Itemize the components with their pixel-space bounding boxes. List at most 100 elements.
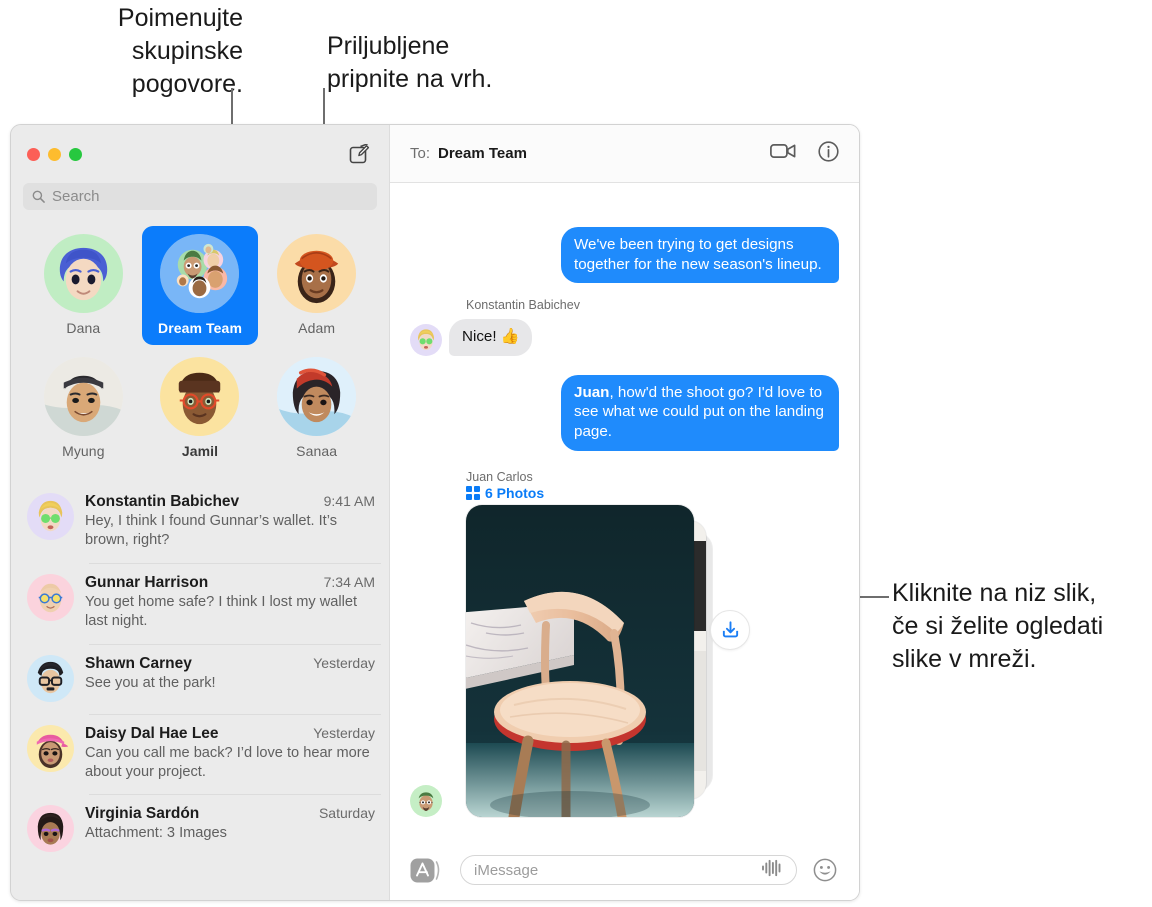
message-mention: Juan: [574, 383, 610, 401]
pinned-item-dream-team[interactable]: Dream Team: [141, 226, 259, 345]
window-titlebar: [11, 125, 389, 183]
close-button[interactable]: [27, 147, 40, 161]
conversation-content: Virginia Sardón Saturday Attachment: 3 I…: [85, 805, 375, 852]
pinned-conversations: Dana Dream Team Adam Myung Jamil Sanaa: [11, 220, 389, 482]
conversation-snippet: Can you call me back? I’d love to hear m…: [85, 744, 370, 781]
conversation-snippet: You get home safe? I think I lost my wal…: [85, 593, 358, 630]
pinned-item-adam[interactable]: Adam: [258, 226, 375, 345]
search-container: Search: [11, 183, 389, 220]
callout-name-groups: Poimenujte skupinske pogovore.: [117, 4, 243, 98]
to-label: To:: [410, 145, 431, 162]
message-composer: iMessage: [390, 840, 859, 900]
thread-recipient[interactable]: Dream Team: [438, 145, 527, 162]
traffic-lights: [27, 147, 82, 161]
avatar: [27, 493, 74, 540]
photo-count-link[interactable]: 6 Photos: [466, 485, 839, 501]
conversation-pane: To: Dream Team We've been trying to get …: [390, 125, 859, 900]
conversation-snippet: Attachment: 3 Images: [85, 825, 227, 842]
message-row-outgoing: We've been trying to get designs togethe…: [410, 227, 844, 284]
pinned-item-jamil[interactable]: Jamil: [142, 349, 259, 468]
pinned-item-label: Dream Team: [157, 320, 242, 336]
video-camera-icon[interactable]: [770, 142, 796, 165]
conversation-name: Konstantin Babichev: [85, 493, 240, 510]
avatar: [27, 573, 74, 621]
conversation-header: Virginia Sardón Saturday: [85, 805, 375, 823]
download-icon[interactable]: [710, 609, 750, 650]
message-bubble-outgoing[interactable]: Juan, how'd the shoot go? I'd love to se…: [561, 374, 844, 451]
grid-icon: [466, 485, 480, 500]
conversation-content: Konstantin Babichev 9:41 AM Hey, I think…: [85, 493, 375, 551]
conversation-content: Shawn Carney Yesterday See you at the pa…: [85, 655, 375, 702]
conversation-row-daisy-dal-hae-lee[interactable]: Daisy Dal Hae Lee Yesterday Can you call…: [11, 713, 389, 795]
message-sender-name: Konstantin Babichev: [466, 298, 580, 313]
message-row-incoming: Nice! 👍: [410, 319, 839, 356]
imessage-input[interactable]: iMessage: [460, 855, 797, 885]
messages-window: Search Dana Dream Team Adam Myung Jamil …: [10, 124, 860, 901]
callout-click-photos: Kliknite na niz slik, če si želite ogled…: [892, 579, 1104, 673]
attachment-sender-name: Juan Carlos: [466, 469, 533, 484]
pinned-item-sanaa[interactable]: Sanaa: [258, 349, 375, 468]
pinned-item-label: Dana: [66, 320, 101, 336]
conversation-time: 9:41 AM: [323, 493, 375, 509]
conversation-row-shawn-carney[interactable]: Shawn Carney Yesterday See you at the pa…: [11, 643, 389, 714]
app-store-icon[interactable]: [410, 856, 446, 884]
avatar: [410, 323, 442, 356]
message-text: , how'd the shoot go? I'd love to see wh…: [574, 383, 824, 441]
avatar: [277, 357, 357, 436]
conversation-row-konstantin-babichev[interactable]: Konstantin Babichev 9:41 AM Hey, I think…: [11, 482, 389, 563]
message-bubble-incoming[interactable]: Nice! 👍: [449, 319, 532, 356]
search-input[interactable]: Search: [23, 183, 377, 210]
conversation-time: Saturday: [318, 805, 375, 822]
audio-waveform-icon[interactable]: [761, 859, 783, 882]
conversation-row-virginia-sardon[interactable]: Virginia Sardón Saturday Attachment: 3 I…: [11, 794, 389, 864]
avatar: [27, 654, 74, 702]
message-list: We've been trying to get designs togethe…: [390, 183, 859, 840]
conversation-name: Daisy Dal Hae Lee: [85, 724, 219, 742]
pinned-item-label: Adam: [298, 320, 336, 336]
thread-header: To: Dream Team: [390, 125, 859, 183]
conversation-time: Yesterday: [313, 724, 375, 741]
imessage-placeholder: iMessage: [474, 861, 539, 879]
photo-stack[interactable]: [466, 504, 724, 823]
conversation-snippet: Hey, I think I found Gunnar’s wallet. It…: [85, 513, 338, 549]
pinned-item-label: Sanaa: [296, 443, 338, 459]
info-circle-icon[interactable]: [818, 140, 839, 167]
zoom-button[interactable]: [69, 147, 82, 161]
avatar: [27, 805, 74, 853]
avatar: [27, 724, 74, 772]
conversation-header: Daisy Dal Hae Lee Yesterday: [85, 725, 375, 743]
callout-pin-favorites: Priljubljene pripnite na vrh.: [327, 32, 493, 93]
avatar: [410, 784, 442, 817]
pinned-item-dana[interactable]: Dana: [25, 226, 142, 345]
avatar: [43, 234, 123, 313]
conversation-name: Shawn Carney: [85, 654, 192, 672]
conversation-snippet: See you at the park!: [85, 674, 216, 691]
thread-header-actions: [770, 140, 839, 167]
screenshot-stage: Poimenujte skupinske pogovore. Priljublj…: [0, 0, 1152, 907]
conversation-header: Gunnar Harrison 7:34 AM: [85, 574, 375, 592]
smiley-face-icon[interactable]: [811, 856, 839, 884]
conversation-header: Konstantin Babichev 9:41 AM: [85, 493, 375, 511]
conversation-content: Daisy Dal Hae Lee Yesterday Can you call…: [85, 725, 375, 783]
conversation-time: 7:34 AM: [323, 573, 375, 590]
search-placeholder: Search: [52, 188, 100, 205]
avatar: [160, 357, 240, 436]
sidebar: Search Dana Dream Team Adam Myung Jamil …: [11, 125, 390, 900]
avatar: [277, 234, 357, 313]
minimize-button[interactable]: [48, 147, 61, 161]
conversation-header: Shawn Carney Yesterday: [85, 655, 375, 673]
conversation-row-gunnar-harrison[interactable]: Gunnar Harrison 7:34 AM You get home saf…: [11, 562, 389, 644]
photo-count-label: 6 Photos: [485, 484, 545, 501]
pinned-item-myung[interactable]: Myung: [25, 349, 142, 468]
message-bubble-outgoing[interactable]: We've been trying to get designs togethe…: [561, 227, 844, 284]
avatar: [43, 357, 123, 436]
photo-attachment: Juan Carlos 6 Photos: [410, 470, 839, 823]
conversation-name: Gunnar Harrison: [85, 573, 209, 591]
photo-sheet-front[interactable]: [466, 504, 694, 817]
group-avatar: [160, 234, 240, 313]
compose-icon[interactable]: [347, 142, 371, 166]
pinned-item-label: Myung: [62, 443, 105, 459]
conversation-time: Yesterday: [313, 654, 375, 671]
photo-attachment-header: Juan Carlos 6 Photos: [466, 470, 839, 501]
search-icon: [32, 190, 45, 203]
